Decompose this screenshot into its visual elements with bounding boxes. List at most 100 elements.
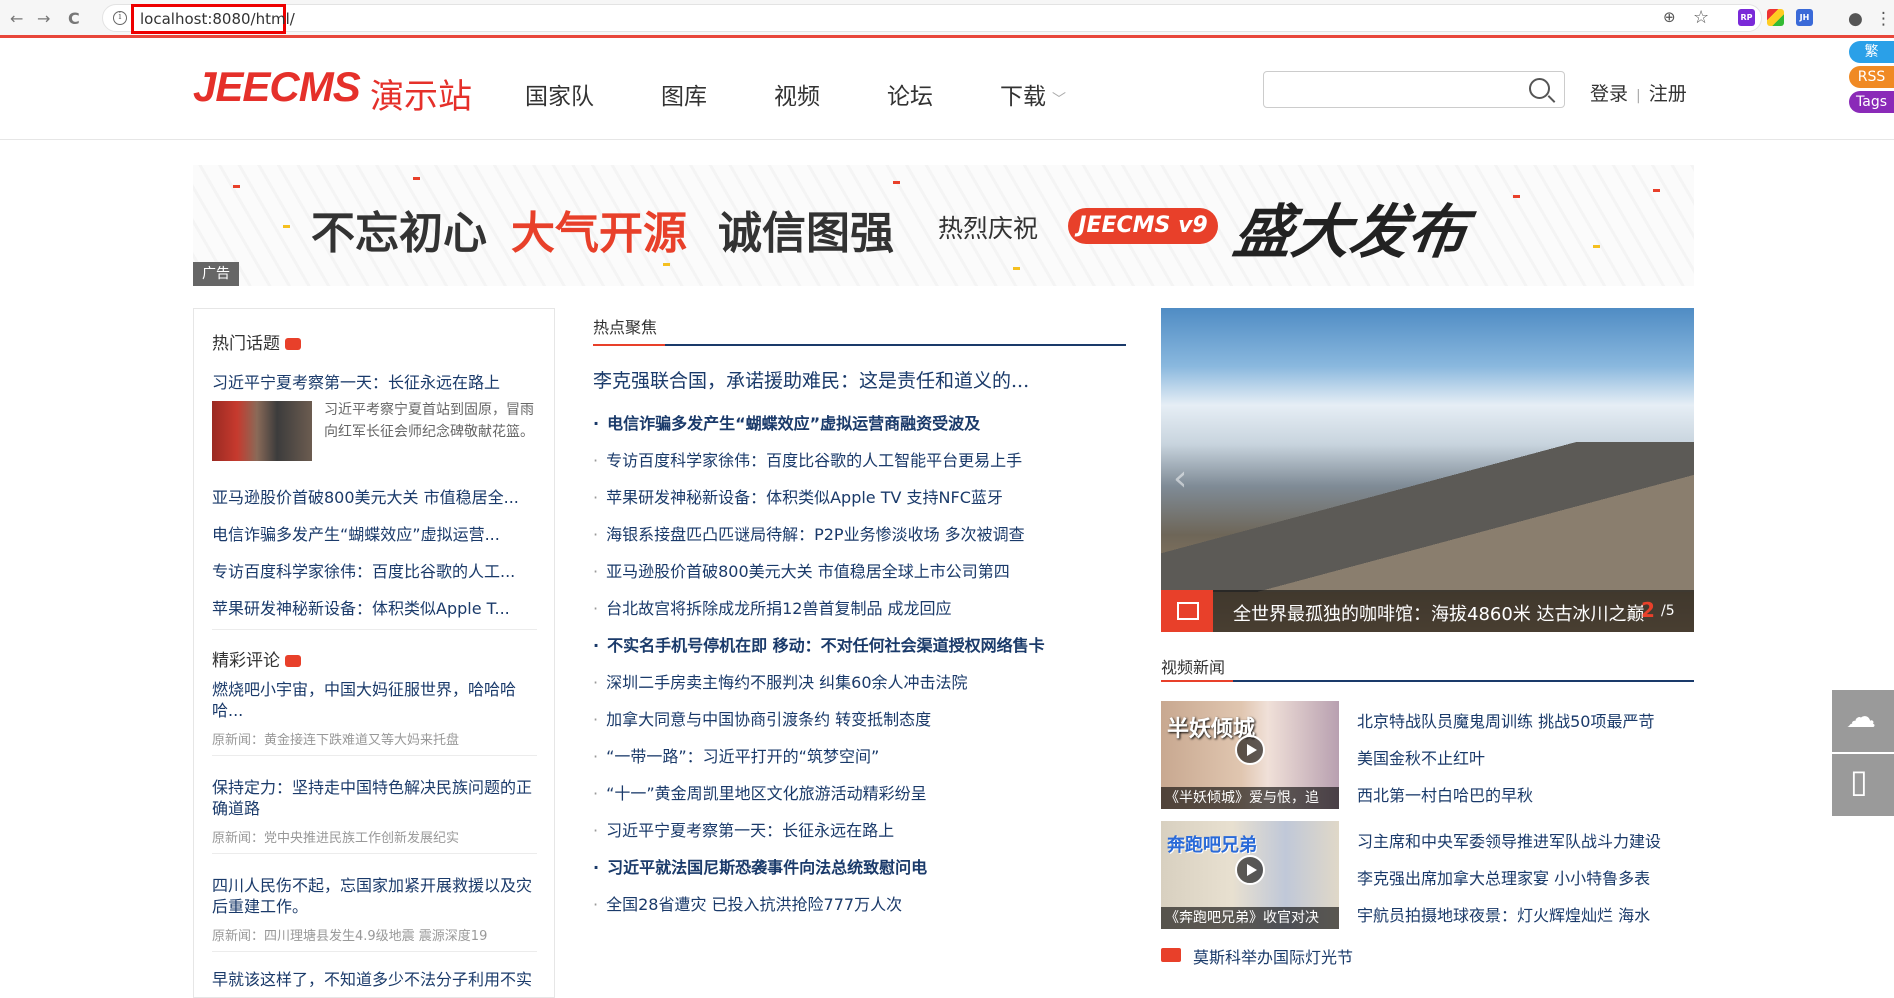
image-slideshow[interactable]: ‹ 全世界最孤独的咖啡馆：海拔4860米 达古冰川之巅 2 /5	[1161, 308, 1694, 632]
auth-links: 登录 | 注册	[1590, 79, 1687, 106]
comment-title[interactable]: 燃烧吧小宇宙，中国大妈征服世界，哈哈哈哈...	[212, 679, 537, 721]
play-icon[interactable]	[1235, 855, 1265, 885]
video-news-title: 视频新闻	[1161, 658, 1226, 677]
divider	[212, 755, 537, 756]
browser-toolbar: ← → C i localhost:8080/html/ ⊕ ☆ RP JH ●…	[0, 0, 1894, 38]
comment-source[interactable]: 原新闻：四川理塘县发生4.9级地震 震源深度19	[212, 925, 537, 944]
news-item[interactable]: 专访百度科学家徐伟：百度比谷歌的人工智能平台更易上手	[593, 447, 1126, 471]
hot-topic-summary: 习近平考察宁夏首站到固原，冒雨向红军长征会师纪念碑敬献花篮。	[324, 402, 534, 440]
hot-topic-thumbnail[interactable]	[212, 401, 312, 461]
site-logo-subtitle[interactable]: 演示站	[370, 69, 472, 118]
comment-title[interactable]: 四川人民伤不起，忘国家加紧开展救援以及灾后重建工作。	[212, 875, 537, 917]
news-item[interactable]: 亚马逊股价首破800美元大关 市值稳居全球上市公司第四	[593, 558, 1126, 582]
hot-topic-link[interactable]: 亚马逊股价首破800美元大关 市值稳居全...	[212, 484, 537, 508]
login-link[interactable]: 登录	[1590, 83, 1628, 105]
traditional-chinese-badge[interactable]: 繁	[1849, 41, 1894, 63]
mobile-version-button[interactable]: ▯	[1832, 754, 1894, 816]
address-bar[interactable]: i localhost:8080/html/ ⊕ ☆	[102, 4, 1762, 34]
confetti	[233, 185, 240, 188]
news-item[interactable]: 台北故宫将拆除成龙所捐12兽首复制品 成龙回应	[593, 595, 1126, 619]
left-sidebar: 热门话题 习近平宁夏考察第一天：长征永远在路上 习近平考察宁夏首站到固原，冒雨向…	[193, 308, 555, 998]
news-item[interactable]: 习近平宁夏考察第一天：长征永远在路上	[593, 817, 1126, 841]
headline-link[interactable]: 李克强联合国，承诺援助难民：这是责任和道义的...	[593, 366, 1126, 393]
video-caption: 《半妖倾城》爱与恨，追	[1161, 787, 1339, 809]
menu-item-xiazai[interactable]: 下载 ﹀	[1000, 77, 1066, 111]
news-item[interactable]: “一带一路”：习近平打开的“筑梦空间”	[593, 743, 1126, 767]
news-item[interactable]: 苹果研发神秘新设备：体积类似Apple TV 支持NFC蓝牙	[593, 484, 1126, 508]
url-text[interactable]: localhost:8080/html/	[131, 4, 295, 34]
bookmark-star-icon[interactable]: ☆	[1693, 7, 1709, 28]
video-link[interactable]: 北京特战队员魔鬼周训练 挑战50项最严苛	[1357, 708, 1654, 732]
tags-badge[interactable]: Tags	[1849, 91, 1894, 113]
confetti	[893, 181, 900, 184]
news-item[interactable]: 海银系接盘匹凸匹谜局待解：P2P业务惨淡收场 多次被调查	[593, 521, 1126, 545]
hot-topic-link[interactable]: 专访百度科学家徐伟：百度比谷歌的人工...	[212, 558, 537, 582]
auth-separator: |	[1636, 88, 1641, 104]
wechat-icon: ☁	[1846, 700, 1876, 735]
banner-version-pill: JEECMS v9	[1068, 208, 1218, 244]
section-underline	[1161, 680, 1694, 682]
menu-item-tuku[interactable]: 图库	[661, 77, 707, 111]
site-header: JEECMS 演示站 国家队 图库 视频 论坛 下载 ﹀ 登录 | 注册 繁 RSS …	[0, 41, 1894, 140]
back-icon[interactable]: ←	[10, 9, 23, 28]
mobile-icon: ▯	[1850, 762, 1868, 800]
video-link[interactable]: 西北第一村白哈巴的早秋	[1357, 782, 1533, 806]
menu-item-guojiadui[interactable]: 国家队	[525, 77, 594, 111]
news-item[interactable]: 不实名手机号停机在即 移动：不对任何社会渠道授权网络售卡	[593, 632, 1126, 656]
search-icon[interactable]	[1529, 78, 1550, 99]
banner-text-2: 大气开源	[511, 208, 687, 259]
video-thumb-overlay-text: 奔跑吧兄弟	[1167, 835, 1257, 856]
banner-text-3: 诚信图强	[718, 208, 894, 259]
news-item[interactable]: 深圳二手房卖主悔约不服判决 纠集60余人冲击法院	[593, 669, 1126, 693]
video-thumbnail[interactable]: 奔跑吧兄弟 《奔跑吧兄弟》收官对决	[1161, 821, 1339, 929]
video-link[interactable]: 莫斯科举办国际灯光节	[1193, 944, 1353, 968]
confetti	[1593, 245, 1600, 248]
hot-focus-title: 热点聚焦	[593, 318, 658, 337]
video-link[interactable]: 李克强出席加拿大总理家宴 小小特鲁多表	[1357, 865, 1650, 889]
news-item[interactable]: 电信诈骗多发产生“蝴蝶效应”虚拟运营商融资受波及	[593, 410, 1126, 434]
comment-title[interactable]: 保持定力：坚持走中国特色解决民族问题的正确道路	[212, 777, 537, 819]
menu-item-luntan[interactable]: 论坛	[887, 77, 933, 111]
site-logo[interactable]: JEECMS	[193, 63, 361, 111]
news-item[interactable]: 全国28省遭灾 已投入抗洪抢险777万人次	[593, 891, 1126, 915]
slide-mountain-photo	[1161, 442, 1694, 592]
hot-topic-link[interactable]: 习近平宁夏考察第一天：长征永远在路上	[212, 369, 537, 393]
register-link[interactable]: 注册	[1649, 83, 1687, 105]
video-link[interactable]: 习主席和中央军委领导推进军队战斗力建设	[1357, 828, 1661, 852]
zoom-icon[interactable]: ⊕	[1663, 8, 1676, 26]
news-item[interactable]: 习近平就法国尼斯恐袭事件向法总统致慰问电	[593, 854, 1126, 878]
news-item[interactable]: 加拿大同意与中国协商引渡条约 转变抵制态度	[593, 706, 1126, 730]
menu-item-shipin[interactable]: 视频	[774, 77, 820, 111]
extension-jh-icon[interactable]: JH	[1796, 9, 1813, 26]
banner-text-1: 不忘初心	[311, 208, 487, 259]
confetti	[413, 177, 420, 180]
hot-topic-link[interactable]: 电信诈骗多发产生“蝴蝶效应”虚拟运营...	[212, 521, 537, 545]
confetti	[283, 225, 290, 228]
rss-badge[interactable]: RSS	[1849, 66, 1894, 88]
browser-menu-icon[interactable]: ⋮	[1875, 9, 1892, 29]
chevron-down-icon: ﹀	[1052, 92, 1066, 108]
banner-text-5: 盛大发布	[1229, 198, 1472, 266]
search-input[interactable]	[1263, 71, 1565, 108]
reload-icon[interactable]: C	[68, 9, 80, 28]
extension-color-icon[interactable]	[1767, 9, 1784, 26]
banner-ad[interactable]: 不忘初心 大气开源 诚信图强 热烈庆祝 JEECMS v9 盛大发布 广告	[193, 165, 1694, 286]
slide-prev-icon[interactable]: ‹	[1173, 458, 1187, 499]
video-thumbnail[interactable]: 半妖倾城 《半妖倾城》爱与恨，追	[1161, 701, 1339, 809]
comment-source[interactable]: 原新闻：党中央推进民族工作创新发展纪实	[212, 827, 537, 846]
video-link[interactable]: 美国金秋不止红叶	[1357, 745, 1485, 769]
forward-icon[interactable]: →	[37, 9, 50, 28]
video-link[interactable]: 宇航员拍摄地球夜景：灯火辉煌灿烂 海水	[1357, 902, 1650, 926]
comment-title[interactable]: 早就该这样了，不知道多少不法分子利用不实	[212, 969, 537, 990]
extension-rp-icon[interactable]: RP	[1738, 9, 1755, 26]
comment-source[interactable]: 原新闻：黄金接连下跌难道又等大妈来托盘	[212, 729, 537, 748]
play-icon[interactable]	[1235, 735, 1265, 765]
wechat-share-button[interactable]: ☁	[1832, 690, 1894, 752]
news-item[interactable]: “十一”黄金周凯里地区文化旅游活动精彩纷呈	[593, 780, 1126, 804]
slide-caption-bar: 全世界最孤独的咖啡馆：海拔4860米 达古冰川之巅 2 /5	[1161, 590, 1694, 632]
slide-caption[interactable]: 全世界最孤独的咖啡馆：海拔4860米 达古冰川之巅	[1233, 600, 1645, 626]
site-info-icon[interactable]: i	[113, 11, 127, 25]
hot-chat-icon	[285, 338, 301, 350]
hot-topic-link[interactable]: 苹果研发神秘新设备：体积类似Apple T...	[212, 595, 537, 619]
profile-icon[interactable]: ●	[1848, 9, 1863, 29]
